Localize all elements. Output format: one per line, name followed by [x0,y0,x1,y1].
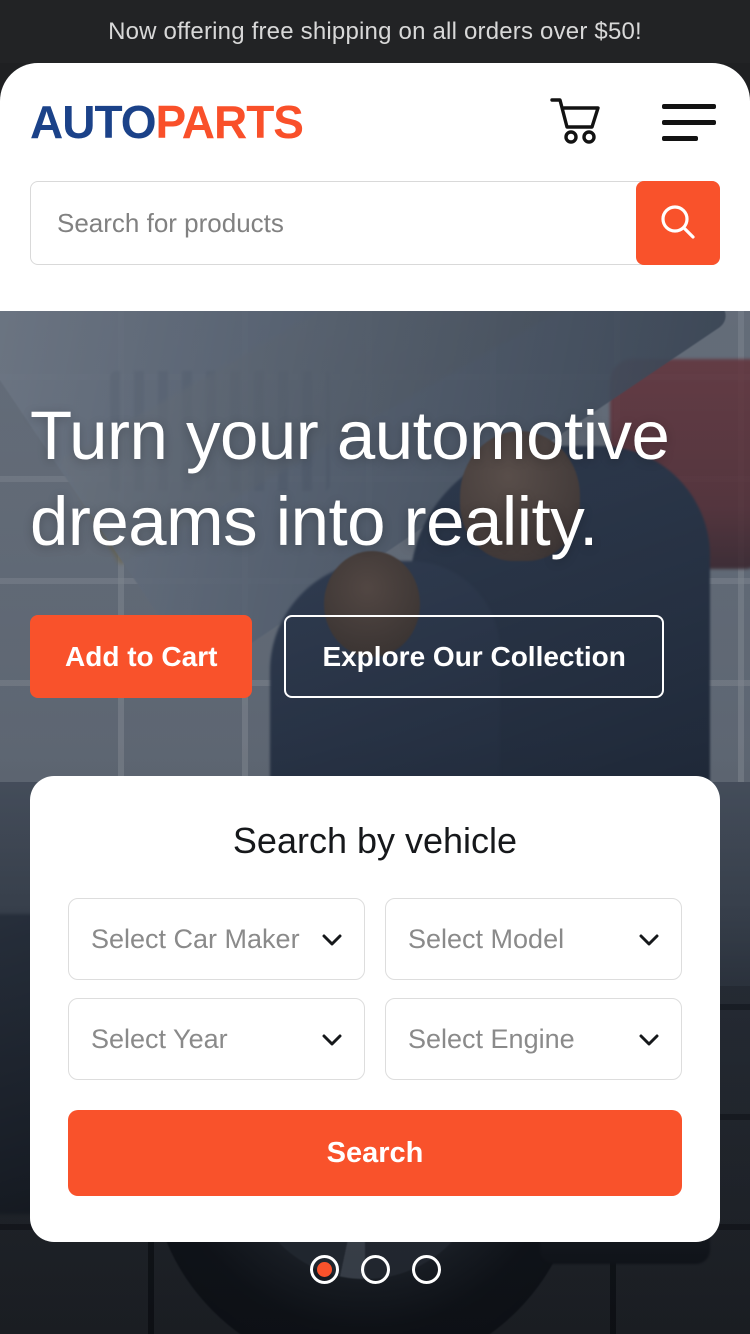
hamburger-line-1 [662,103,716,109]
site-header: AUTOPARTS [0,63,750,311]
vehicle-search-title: Search by vehicle [232,820,518,862]
shopping-cart-icon [550,97,602,148]
chevron-down-icon [322,933,342,946]
chevron-down-icon [639,933,659,946]
carousel-dot-1[interactable] [309,1255,339,1284]
chevron-down-icon [639,1033,659,1046]
hamburger-line-2 [662,119,716,125]
announcement-bar: Now offering free shipping on all orders… [0,0,750,63]
search-icon [657,201,699,246]
carousel-dot-2[interactable] [360,1255,390,1284]
select-model-label: Select Model [408,923,565,954]
header-top-row: AUTOPARTS [30,63,720,181]
search-submit-button[interactable] [636,181,720,265]
cart-button[interactable] [550,97,602,148]
announcement-text: Now offering free shipping on all orders… [108,17,642,45]
add-to-cart-button[interactable]: Add to Cart [30,615,253,699]
vehicle-search-button[interactable]: Search [68,1110,682,1197]
vehicle-select-grid: Select Car Maker Select Model Select Yea… [68,898,682,1081]
search-bar [30,181,720,265]
site-logo[interactable]: AUTOPARTS [30,95,304,149]
select-year-label: Select Year [91,1023,228,1054]
select-year[interactable]: Select Year [68,998,365,1081]
select-model[interactable]: Select Model [385,898,682,981]
search-input[interactable] [30,181,720,265]
carousel-dot-3[interactable] [411,1255,441,1284]
select-engine[interactable]: Select Engine [385,998,682,1081]
logo-text-secondary: PARTS [155,96,304,148]
hero-button-group: Add to Cart Explore Our Collection [30,615,720,699]
carousel-pagination [0,1255,750,1284]
menu-button[interactable] [662,103,716,141]
select-car-maker-label: Select Car Maker [91,923,300,954]
hero-title: Turn your automotive dreams into reality… [30,397,670,560]
hero-carousel-slide: Turn your automotive dreams into reality… [0,311,750,1334]
explore-collection-button[interactable]: Explore Our Collection [284,615,664,699]
hamburger-menu-icon [662,103,716,141]
select-engine-label: Select Engine [408,1023,575,1054]
chevron-down-icon [322,1033,342,1046]
hero-content: Turn your automotive dreams into reality… [0,311,750,699]
logo-text-primary: AUTO [30,96,156,148]
vehicle-search-card: Search by vehicle Select Car Maker Selec… [30,776,720,1243]
select-car-maker[interactable]: Select Car Maker [68,898,365,981]
header-actions [550,97,720,148]
hamburger-line-3 [662,135,698,141]
